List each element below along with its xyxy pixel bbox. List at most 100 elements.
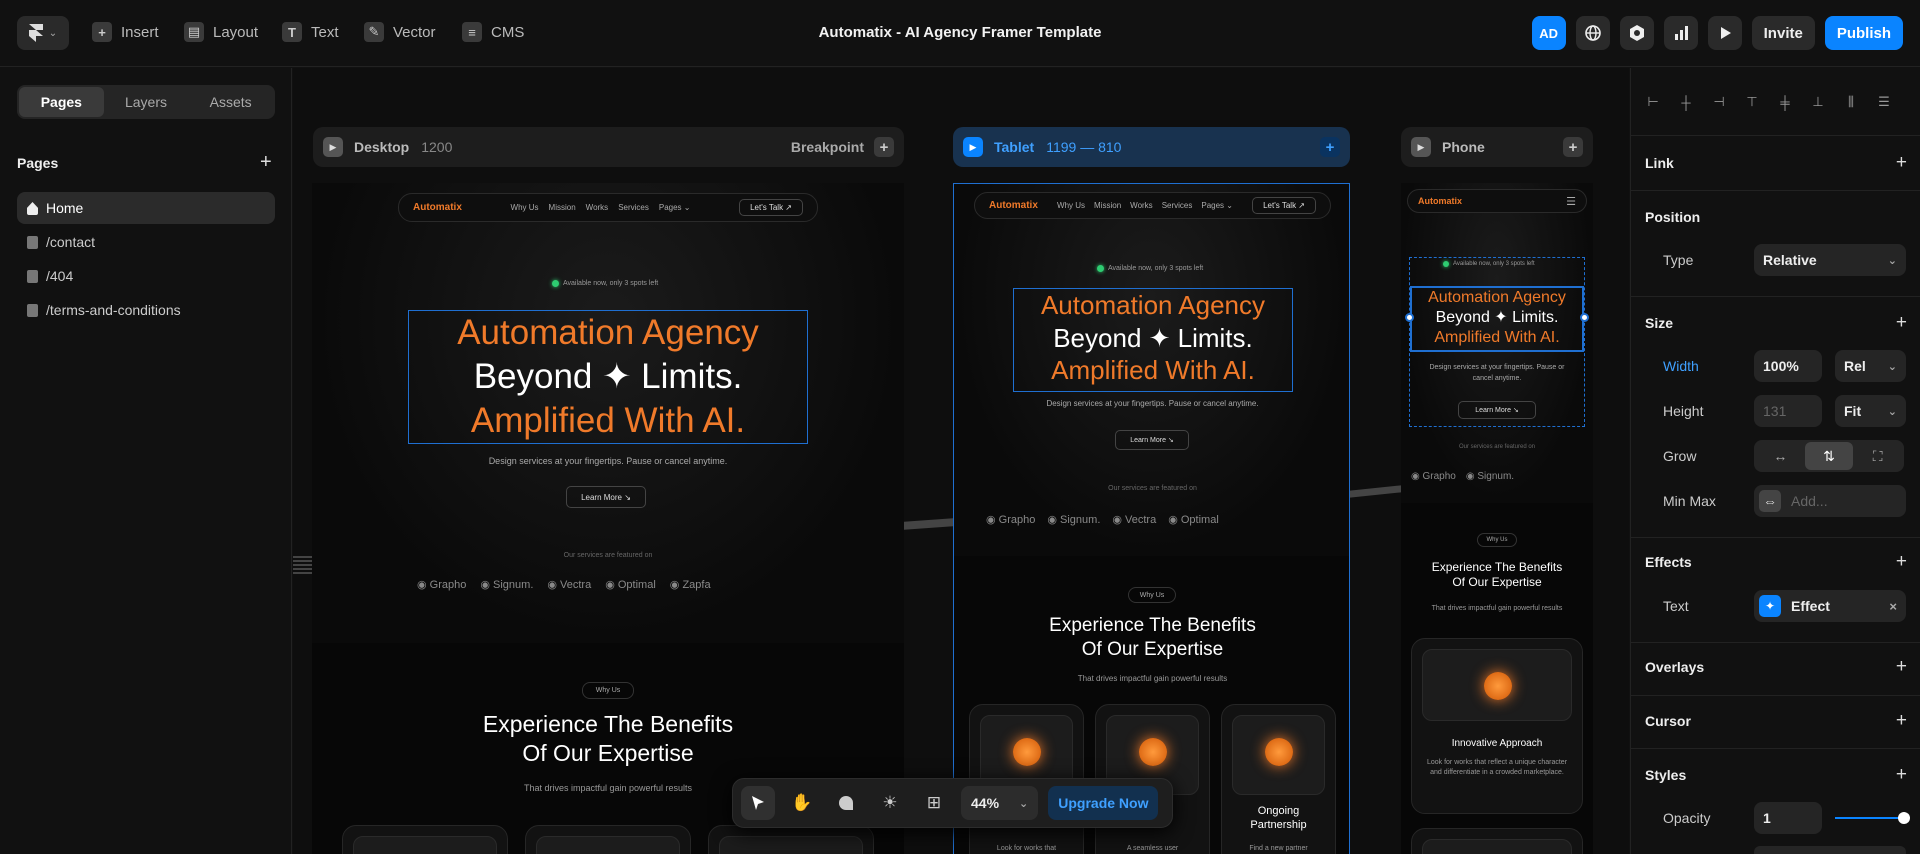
opacity-slider-knob[interactable] (1898, 812, 1910, 824)
logo: Signum. (1047, 513, 1100, 526)
cursor-icon (752, 796, 764, 810)
insert-tool[interactable]: + Insert (92, 22, 159, 42)
availability-text: Available now, only 3 spots left (563, 280, 659, 287)
minmax-input[interactable]: ⇔ Add... (1754, 485, 1906, 517)
hand-tool[interactable]: ✋ (785, 786, 819, 820)
tablet-breakpoint-header[interactable]: ▶ Tablet 1199 — 810 + (953, 127, 1350, 167)
width-label: Width (1663, 358, 1699, 374)
tab-assets[interactable]: Assets (188, 87, 273, 117)
pen-icon: ✎ (364, 22, 384, 42)
text-icon: T (282, 22, 302, 42)
analytics-button[interactable] (1663, 16, 1698, 50)
site-brand: Automatix (413, 202, 462, 213)
add-breakpoint-icon[interactable]: + (1563, 137, 1583, 157)
resize-handle[interactable] (1580, 313, 1589, 322)
connector-line (904, 518, 953, 530)
tab-pages[interactable]: Pages (19, 87, 104, 117)
align-center-v-icon[interactable]: ╪ (1777, 94, 1793, 110)
position-type-select[interactable]: Relative ⌄ (1754, 244, 1906, 276)
size-section: Size + (1645, 312, 1907, 334)
layout-tool[interactable]: ▤ Layout (184, 22, 258, 42)
heading-line: Of Our Expertise (1452, 575, 1542, 589)
headline-line-1: Automation Agency (1040, 290, 1266, 320)
add-link-icon[interactable]: + (1896, 152, 1907, 174)
comment-tool[interactable] (829, 786, 863, 820)
align-left-icon[interactable]: ⊢ (1645, 94, 1661, 110)
overlays-section: Overlays + (1645, 656, 1907, 678)
publish-button[interactable]: Publish (1824, 16, 1903, 50)
section-subtitle: That drives impactful gain powerful resu… (1431, 605, 1563, 612)
hero-headline-selected[interactable]: Automation Agency Beyond ✦ Limits. Ampli… (1410, 286, 1584, 352)
vector-tool[interactable]: ✎ Vector (364, 22, 436, 42)
height-input[interactable]: 131 (1754, 395, 1822, 427)
resize-handle[interactable] (1405, 313, 1414, 322)
grow-fill-icon[interactable]: ⛶ (1853, 442, 1902, 470)
framer-menu-button[interactable]: ⌄ (17, 16, 69, 50)
opacity-input[interactable]: 1 (1754, 802, 1822, 834)
cms-tool[interactable]: ≡ CMS (462, 22, 524, 42)
divider (1631, 135, 1920, 136)
add-cursor-icon[interactable]: + (1896, 710, 1907, 732)
distribute-v-icon[interactable]: ☰ (1876, 94, 1892, 110)
desktop-breakpoint-header[interactable]: ▶ Desktop 1200 Breakpoint + (313, 127, 904, 167)
close-icon[interactable]: × (1889, 599, 1897, 614)
add-style-icon[interactable]: + (1896, 764, 1907, 786)
grow-vertical-icon[interactable]: ⇅ (1804, 442, 1854, 470)
page-item-404[interactable]: /404 (17, 260, 275, 292)
preview-button[interactable] (1707, 16, 1742, 50)
text-tool[interactable]: T Text (282, 22, 339, 42)
headline-line-3: Amplified With AI. (1434, 329, 1560, 346)
section-subtitle: That drives impactful gain powerful resu… (1077, 674, 1228, 683)
align-top-icon[interactable]: ⊤ (1744, 94, 1760, 110)
play-icon[interactable]: ▶ (1411, 137, 1431, 157)
invite-button[interactable]: Invite (1751, 16, 1815, 50)
desktop-frame[interactable]: Automatix Why Us Mission Works Services … (312, 183, 904, 854)
canvas-toolbar: ✋ ☀ ⊞ 44% ⌄ Upgrade Now (732, 778, 1173, 828)
add-size-icon[interactable]: + (1896, 312, 1907, 334)
theme-toggle[interactable]: ☀ (873, 786, 907, 820)
distribute-h-icon[interactable]: ⫼ (1843, 94, 1859, 110)
divider (1631, 748, 1920, 749)
heading-line: Experience The Benefits (482, 711, 734, 737)
play-icon[interactable]: ▶ (323, 137, 343, 157)
opacity-slider[interactable] (1835, 812, 1910, 824)
phone-frame[interactable]: Automatix ☰ Available now, only 3 spots … (1401, 183, 1593, 854)
canvas-edge-lines (293, 556, 312, 576)
add-breakpoint-icon[interactable]: + (874, 137, 894, 157)
effect-chip[interactable]: ✦ Effect × (1754, 590, 1906, 622)
user-avatar[interactable]: AD (1531, 16, 1566, 50)
add-effect-icon[interactable]: + (1896, 551, 1907, 573)
grow-horizontal-icon[interactable]: ↔ (1756, 442, 1805, 470)
tab-layers[interactable]: Layers (104, 87, 189, 117)
divider (1631, 642, 1920, 643)
canvas[interactable]: ▶ Desktop 1200 Breakpoint + ▶ Tablet 119… (293, 68, 1629, 854)
section-title: Styles (1645, 767, 1687, 783)
plus-square-icon: + (92, 22, 112, 42)
zoom-dropdown[interactable]: 44% ⌄ (961, 786, 1039, 820)
width-unit-select[interactable]: Rel ⌄ (1835, 350, 1906, 382)
page-item-home[interactable]: Home (17, 192, 275, 224)
section-heading: Experience The Benefits Of Our Expertise (954, 614, 1349, 662)
height-unit-select[interactable]: Fit ⌄ (1835, 395, 1906, 427)
heading-line: Experience The Benefits (1049, 615, 1256, 636)
page-item-contact[interactable]: /contact (17, 226, 275, 258)
align-center-h-icon[interactable]: ┼ (1678, 94, 1694, 110)
phone-breakpoint-header[interactable]: ▶ Phone + (1401, 127, 1593, 167)
add-breakpoint-icon[interactable]: + (1320, 137, 1340, 157)
grid-tool[interactable]: ⊞ (917, 786, 951, 820)
width-input[interactable]: 100% (1754, 350, 1822, 382)
add-overlay-icon[interactable]: + (1896, 656, 1907, 678)
globe-button[interactable] (1575, 16, 1610, 50)
tablet-frame[interactable]: Automatix Why Us Mission Works Services … (953, 183, 1350, 854)
upgrade-button[interactable]: Upgrade Now (1048, 786, 1159, 820)
select-tool[interactable] (741, 786, 775, 820)
connector-line (1350, 485, 1401, 498)
settings-button[interactable] (1619, 16, 1654, 50)
add-page-icon[interactable]: + (260, 151, 272, 174)
play-icon[interactable]: ▶ (963, 137, 983, 157)
page-item-terms[interactable]: /terms-and-conditions (17, 294, 275, 326)
hero-headline: Automation Agency Beyond ✦ Limits. Ampli… (408, 310, 808, 444)
headline-line-3: Amplified With AI. (1051, 355, 1255, 385)
align-bottom-icon[interactable]: ⊥ (1810, 94, 1826, 110)
align-right-icon[interactable]: ⊣ (1711, 94, 1727, 110)
